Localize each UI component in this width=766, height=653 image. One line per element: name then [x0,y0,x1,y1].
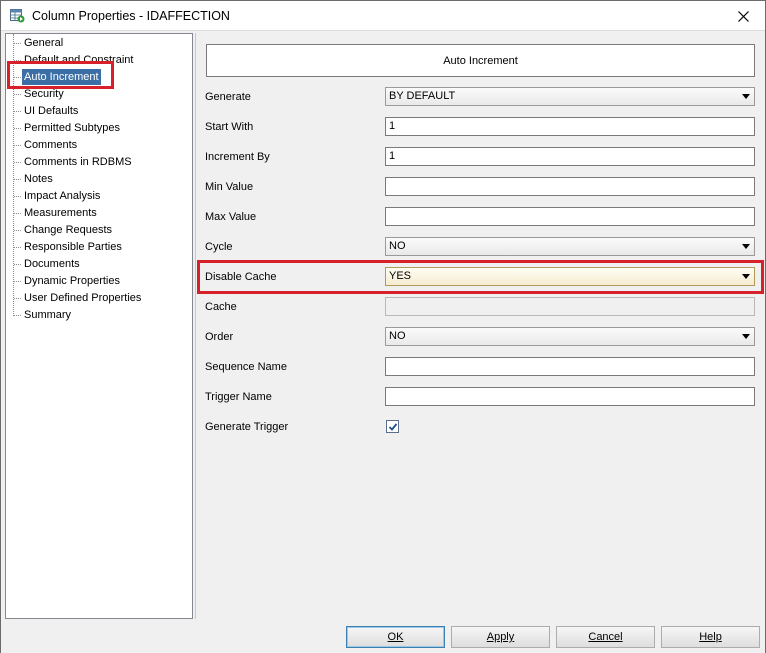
tree-item-dynamic-properties[interactable]: Dynamic Properties [22,273,122,289]
cache-input [385,297,755,316]
sequence-name-label: Sequence Name [205,361,287,373]
section-header: Auto Increment [206,44,755,77]
min-value-input[interactable] [385,177,755,196]
tree-item-measurements[interactable]: Measurements [22,205,99,221]
max-value-label: Max Value [205,211,257,223]
title-bar[interactable]: Column Properties - IDAFFECTION [1,1,765,31]
chevron-down-icon [742,244,750,249]
trigger-name-input[interactable] [385,387,755,406]
tree-tick [14,43,21,44]
apply-button[interactable]: Apply [451,626,550,648]
close-button[interactable] [721,1,765,31]
order-select[interactable]: NO [385,327,755,346]
tree-item-general[interactable]: General [22,35,65,51]
cycle-select[interactable]: NO [385,237,755,256]
generate-select[interactable]: BY DEFAULT [385,87,755,106]
generate-label: Generate [205,91,251,103]
tree-item-notes[interactable]: Notes [22,171,55,187]
ok-button[interactable]: OK [346,626,445,648]
increment-by-label: Increment By [205,151,270,163]
generate-trigger-checkbox[interactable] [386,420,399,433]
order-label: Order [205,331,234,343]
sequence-name-input[interactable] [385,357,755,376]
tree-tick [14,315,21,316]
table-properties-icon [10,9,25,23]
tree-tick [14,179,21,180]
max-value-input[interactable] [385,207,755,226]
tree-tick [14,60,21,61]
tree-tick [14,230,21,231]
tree-tick [14,77,21,78]
tree-item-user-defined-properties[interactable]: User Defined Properties [22,290,143,306]
generate-value: BY DEFAULT [389,90,456,102]
tree-tick [14,94,21,95]
tree-item-summary[interactable]: Summary [22,307,73,323]
tree-item-comments[interactable]: Comments [22,137,79,153]
tree-tick [14,247,21,248]
chevron-down-icon [742,94,750,99]
tree-item-change-requests[interactable]: Change Requests [22,222,114,238]
cycle-label: Cycle [205,241,233,253]
tree-tick [14,281,21,282]
trigger-name-label: Trigger Name [205,391,272,403]
cycle-value: NO [389,240,406,252]
close-icon [737,10,749,22]
column-properties-dialog: Column Properties - IDAFFECTION General … [0,0,766,653]
chevron-down-icon [742,334,750,339]
tree-item-default-and-constraint[interactable]: Default and Constraint [22,52,135,68]
disable-cache-value: YES [389,270,412,282]
disable-cache-select[interactable]: YES [385,267,755,286]
cancel-button[interactable]: Cancel [556,626,655,648]
tree-tick [14,128,21,129]
tree-item-permitted-subtypes[interactable]: Permitted Subtypes [22,120,122,136]
tree-item-security[interactable]: Security [22,86,66,102]
tree-tick [14,145,21,146]
chevron-down-icon [742,274,750,279]
cache-label: Cache [205,301,237,313]
disable-cache-label: Disable Cache [205,271,277,283]
tree-item-impact-analysis[interactable]: Impact Analysis [22,188,102,204]
start-with-label: Start With [205,121,254,133]
tree-tick [14,213,21,214]
help-button[interactable]: Help [661,626,760,648]
tree-tick [14,264,21,265]
window-title: Column Properties - IDAFFECTION [32,9,230,23]
start-with-input[interactable]: 1 [385,117,755,136]
checkmark-icon [388,423,398,431]
order-value: NO [389,330,406,342]
tree-item-ui-defaults[interactable]: UI Defaults [22,103,80,119]
tree-tick [14,162,21,163]
tree-item-comments-in-rdbms[interactable]: Comments in RDBMS [22,154,134,170]
dialog-button-bar: OK Apply Cancel Help [1,619,765,653]
min-value-label: Min Value [205,181,254,193]
tree-item-documents[interactable]: Documents [22,256,82,272]
tree-item-responsible-parties[interactable]: Responsible Parties [22,239,124,255]
auto-increment-panel: Auto Increment Generate BY DEFAULT Start… [195,33,764,619]
property-tree: General Default and Constraint Auto Incr… [5,33,193,619]
increment-by-input[interactable]: 1 [385,147,755,166]
tree-tick [14,111,21,112]
tree-tick [14,298,21,299]
section-title: Auto Increment [443,54,518,67]
tree-tick [14,196,21,197]
tree-item-auto-increment[interactable]: Auto Increment [22,69,101,85]
generate-trigger-label: Generate Trigger [205,421,289,433]
